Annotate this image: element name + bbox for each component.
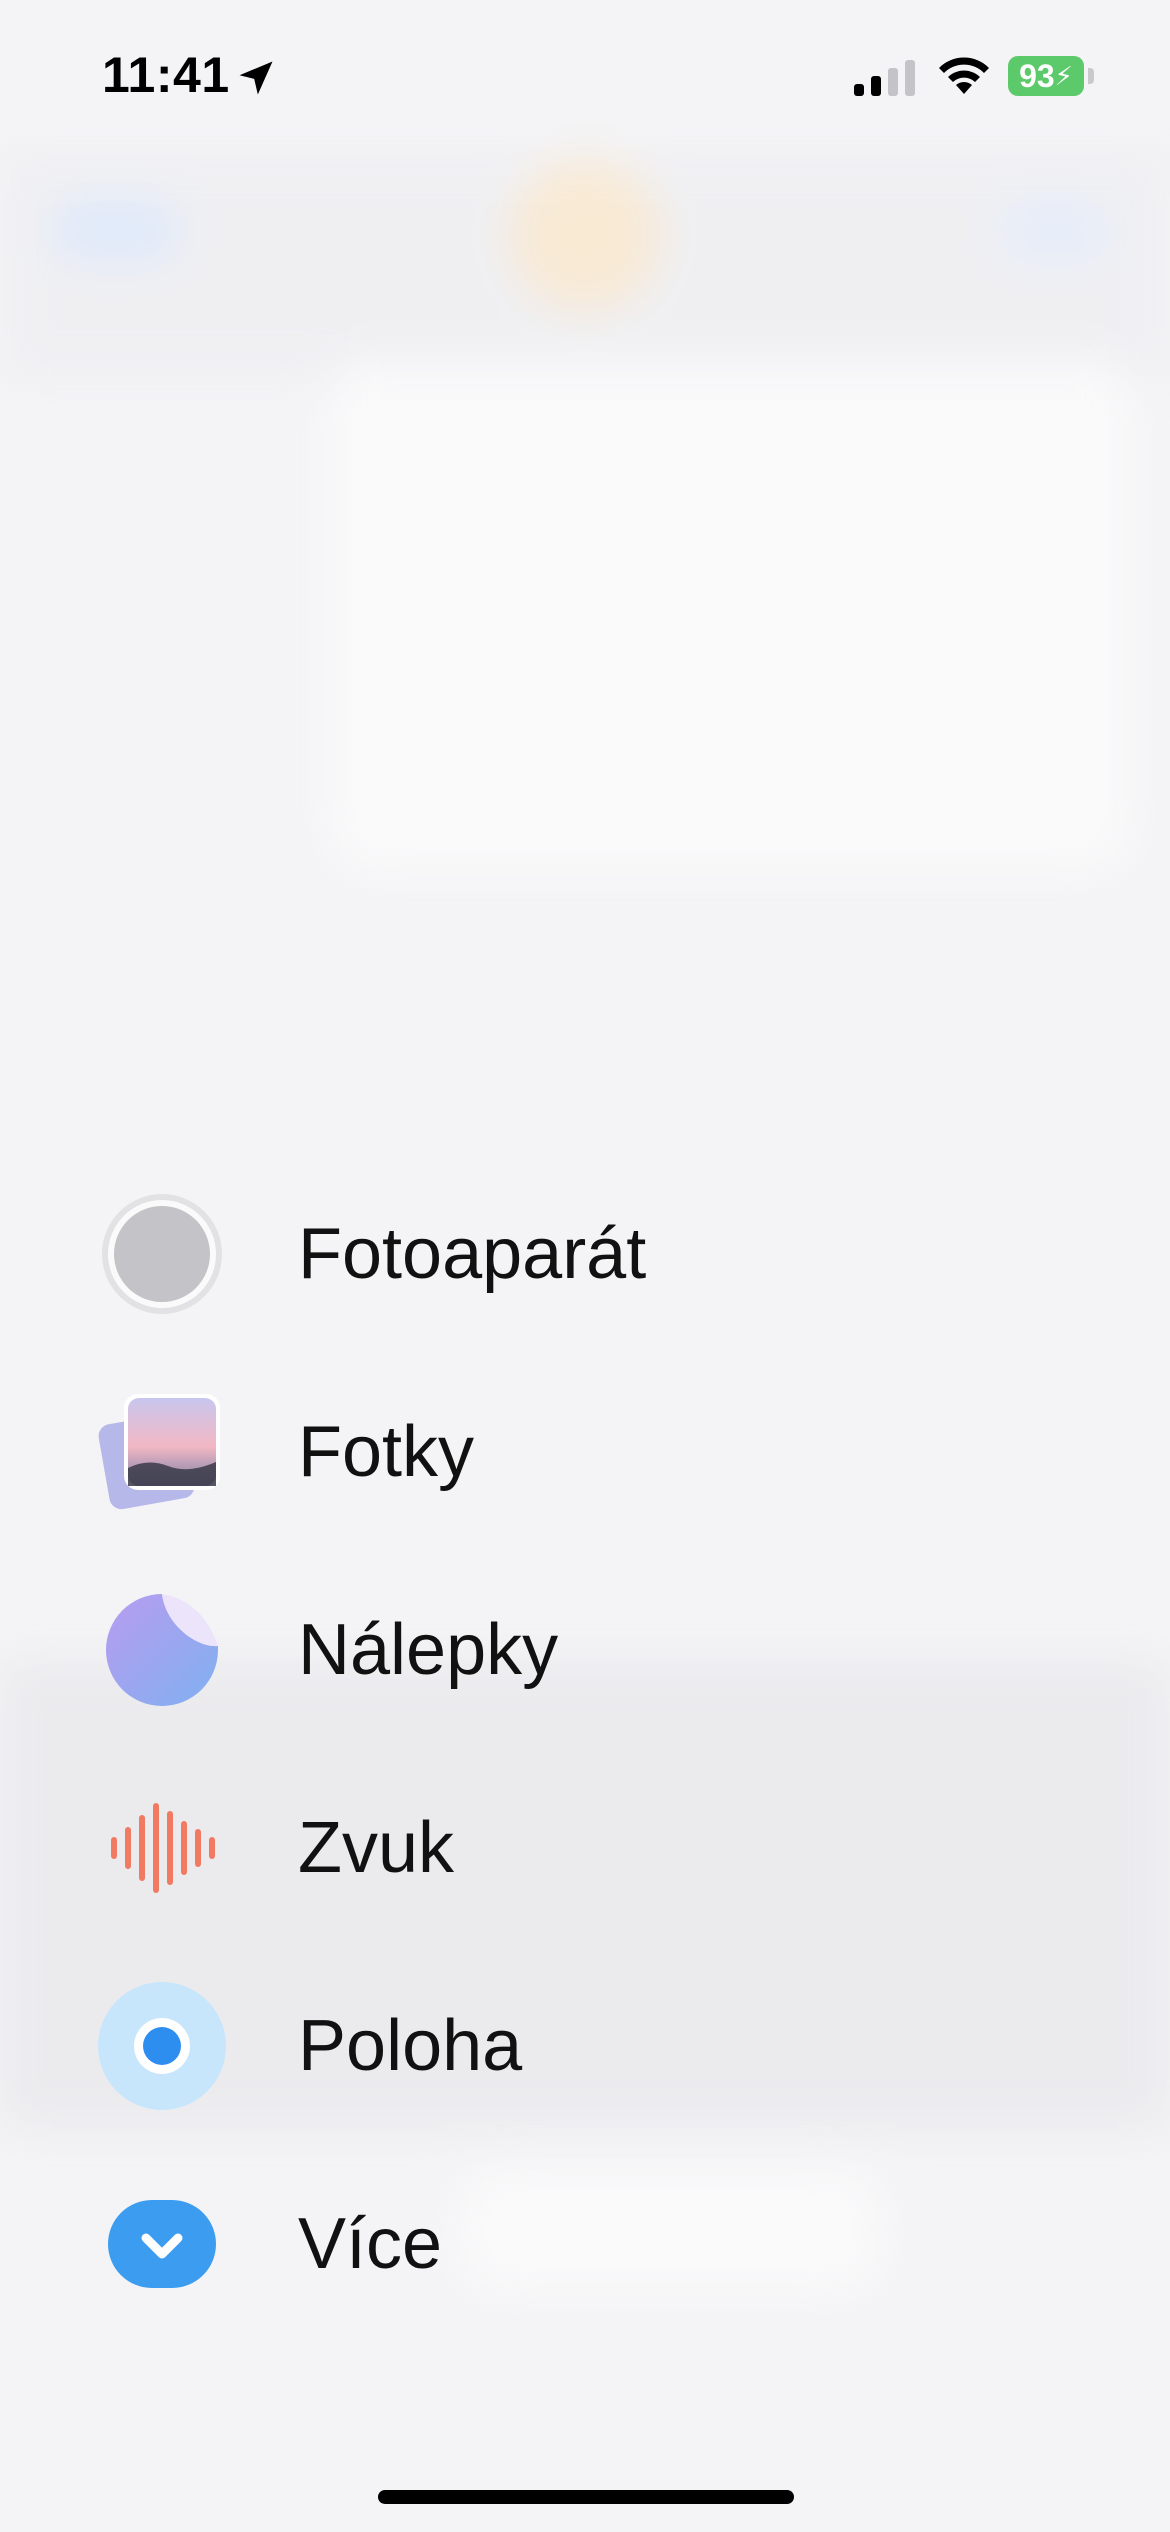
location-arrow-icon xyxy=(239,61,273,95)
menu-item-more[interactable]: Více xyxy=(0,2180,1000,2330)
home-indicator[interactable] xyxy=(378,2490,794,2504)
menu-item-photos[interactable]: Fotky xyxy=(0,1388,1000,1538)
menu-item-location[interactable]: Poloha xyxy=(0,1982,1000,2132)
blurred-message-card xyxy=(330,360,1130,870)
stickers-icon xyxy=(106,1594,218,1706)
photos-icon xyxy=(98,1394,220,1510)
cellular-signal-icon xyxy=(854,60,915,96)
camera-icon xyxy=(102,1194,222,1314)
battery-indicator: 93 ⚡ xyxy=(1008,56,1084,96)
status-time: 11:41 xyxy=(102,47,230,103)
location-icon xyxy=(98,1982,226,2110)
menu-item-label: Zvuk xyxy=(298,1808,455,1888)
menu-item-label: Fotky xyxy=(298,1412,475,1492)
menu-item-stickers[interactable]: Nálepky xyxy=(0,1586,1000,1736)
battery-level: 93 xyxy=(1019,57,1055,94)
menu-item-label: Více xyxy=(298,2204,443,2284)
menu-item-audio[interactable]: Zvuk xyxy=(0,1784,1000,1934)
menu-item-label: Fotoaparát xyxy=(298,1214,647,1294)
audio-waveform-icon xyxy=(111,1803,215,1893)
chevron-down-icon xyxy=(108,2200,216,2288)
blurred-right-button xyxy=(1000,200,1110,260)
menu-item-label: Poloha xyxy=(298,2006,523,2086)
blurred-avatar xyxy=(510,160,660,310)
menu-item-label: Nálepky xyxy=(298,1610,559,1690)
status-bar: 11:41 93 ⚡ xyxy=(0,0,1170,150)
charging-bolt-icon: ⚡ xyxy=(1054,60,1073,91)
menu-item-camera[interactable]: Fotoaparát xyxy=(0,1190,1000,1340)
wifi-icon xyxy=(939,57,989,94)
battery-cap xyxy=(1088,68,1094,84)
blurred-left-button xyxy=(50,200,180,260)
